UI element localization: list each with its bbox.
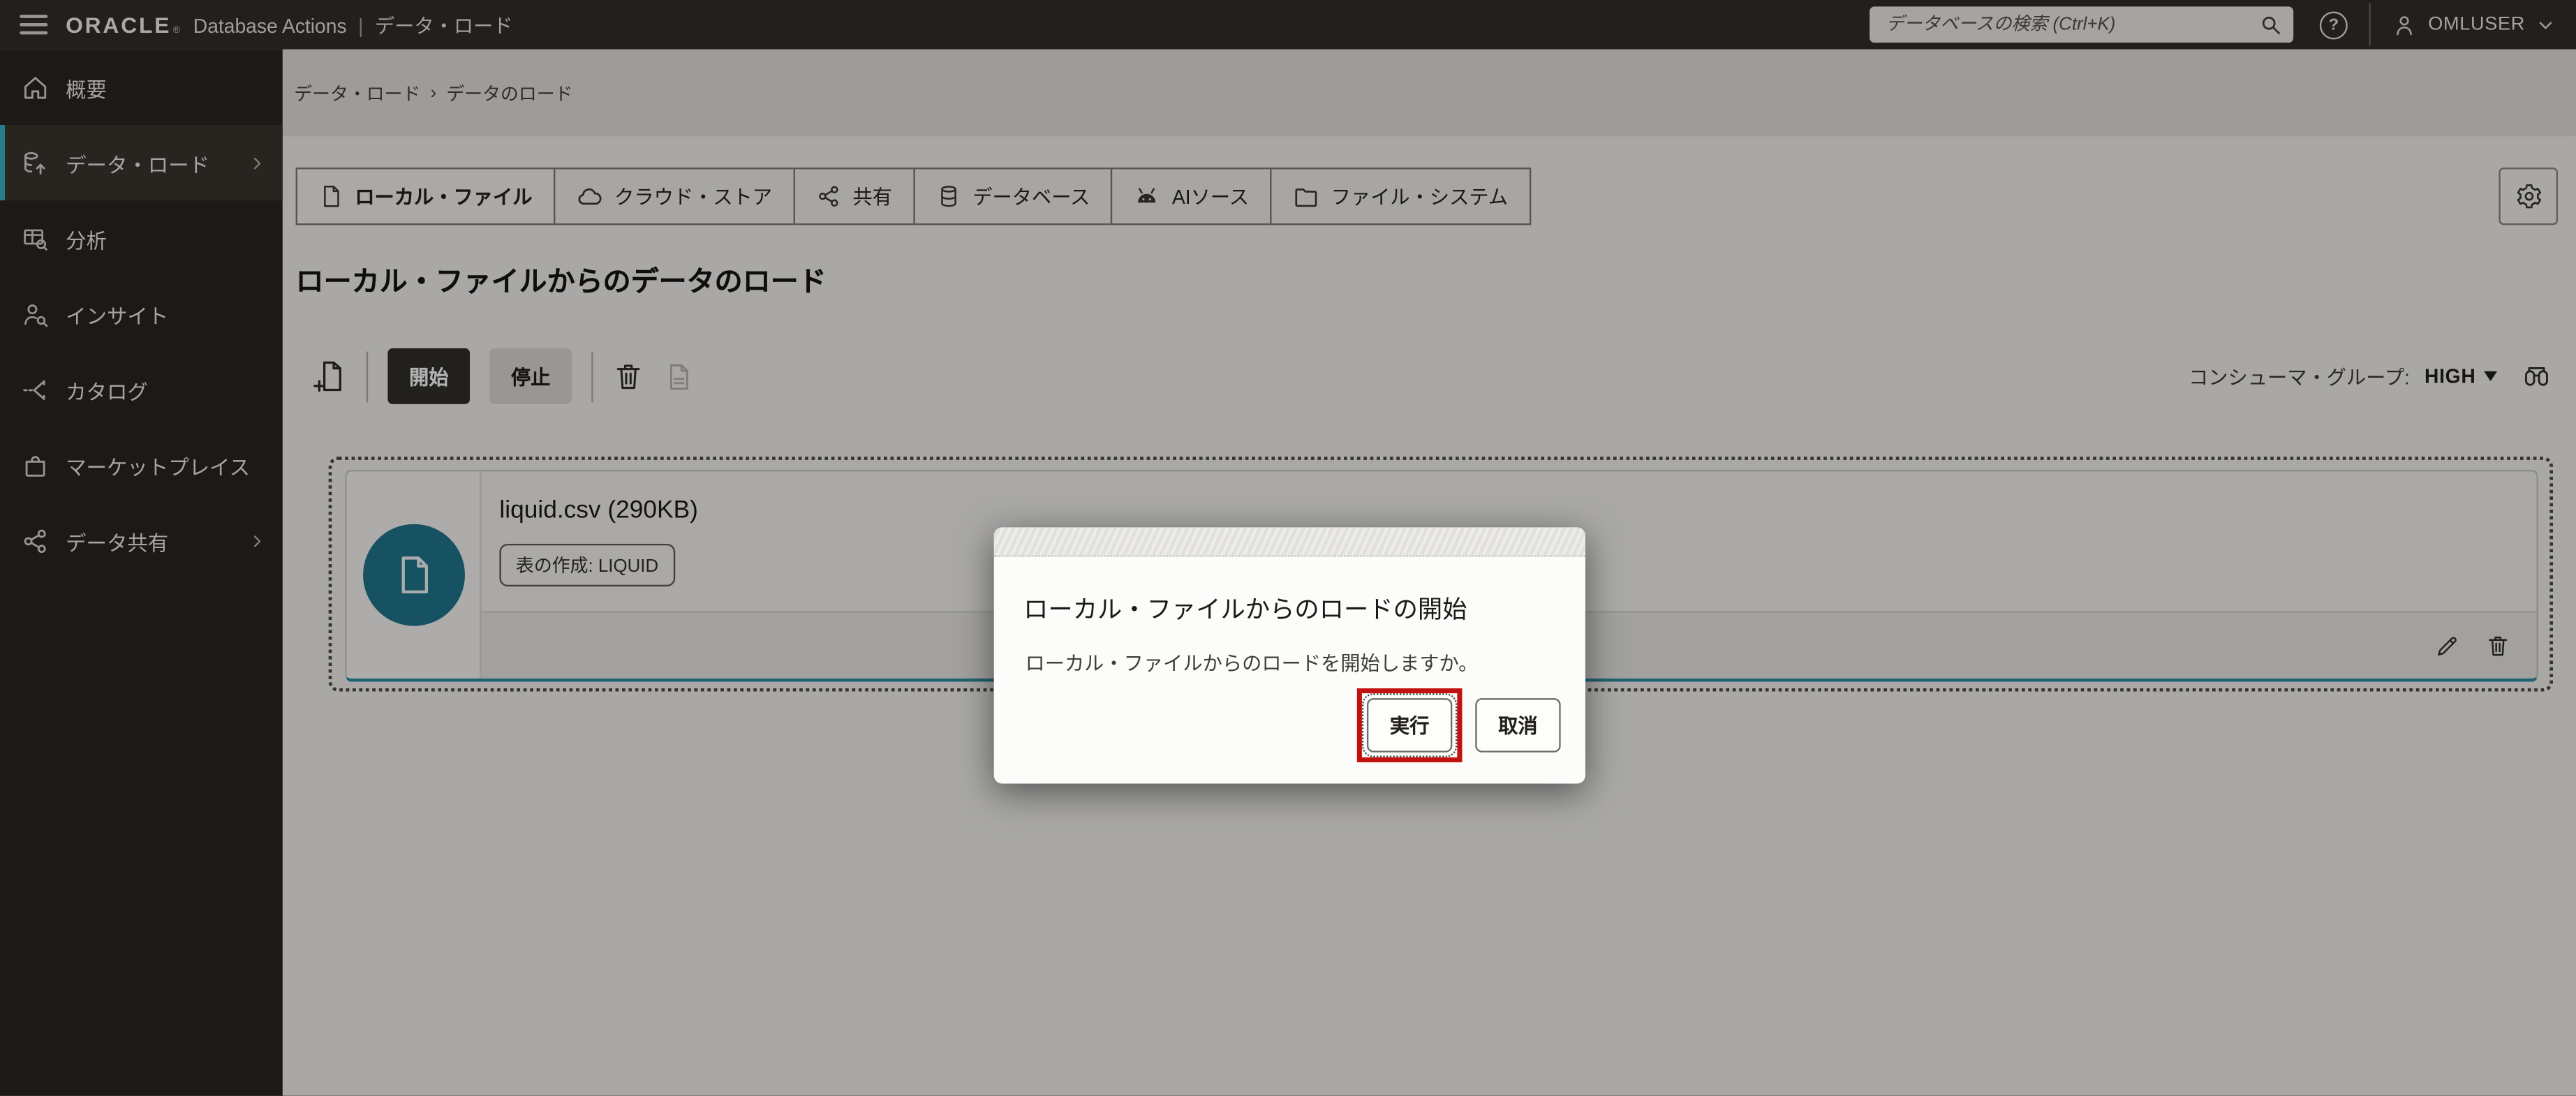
dialog-title: ローカル・ファイルからのロードの開始 bbox=[1023, 591, 1585, 625]
start-load-dialog: ローカル・ファイルからのロードの開始 ローカル・ファイルからのロードを開始します… bbox=[994, 527, 1585, 783]
cancel-button[interactable]: 取消 bbox=[1475, 698, 1560, 753]
database-actions-app: ORACLE ® Database Actions | データ・ロード ? OM… bbox=[0, 0, 2576, 1096]
dialog-message: ローカル・ファイルからのロードを開始しますか。 bbox=[1025, 649, 1585, 677]
target-annotation-box: 実行 bbox=[1357, 688, 1463, 762]
run-button[interactable]: 実行 bbox=[1367, 698, 1452, 753]
dialog-buttons: 実行 取消 bbox=[1357, 688, 1561, 762]
dialog-header-strip bbox=[994, 527, 1585, 556]
